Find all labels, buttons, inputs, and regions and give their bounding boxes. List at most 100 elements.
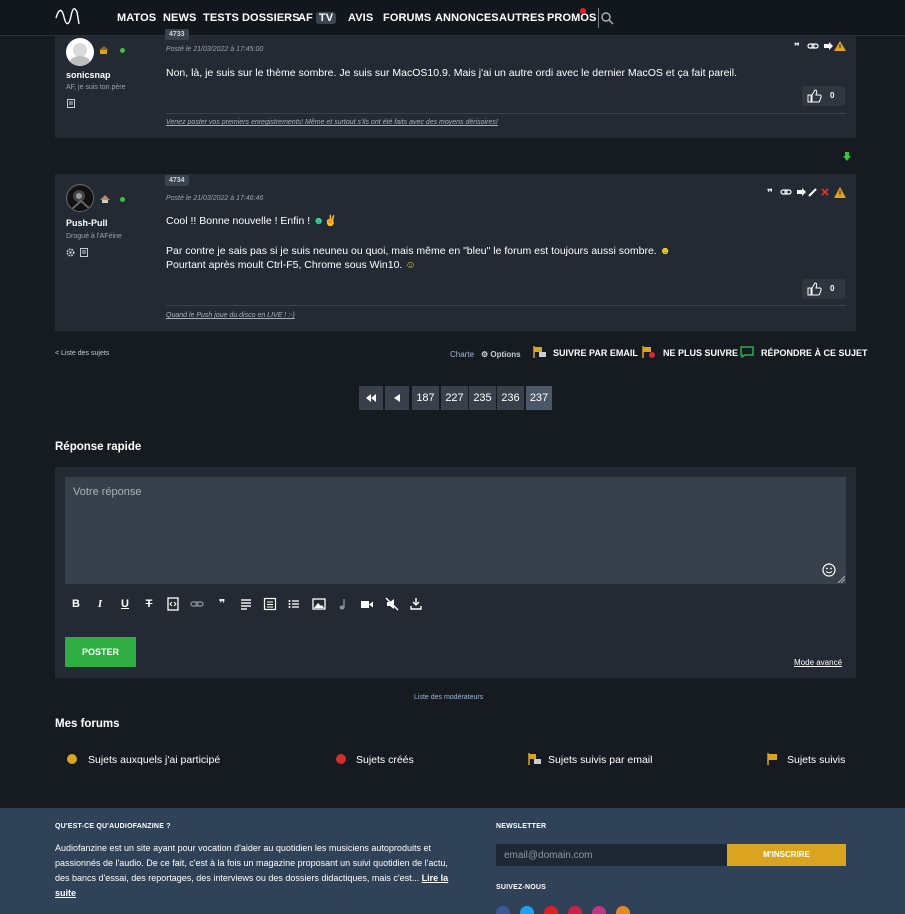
nav-annonces[interactable]: ANNONCES bbox=[435, 12, 499, 24]
newsletter-email-input[interactable] bbox=[496, 844, 727, 866]
page-button[interactable]: 235 bbox=[469, 386, 496, 410]
post-reply-button[interactable]: POSTER bbox=[65, 637, 136, 667]
options-button[interactable]: ⚙ Options bbox=[481, 350, 521, 359]
resize-grip-icon[interactable] bbox=[837, 575, 845, 583]
download-icon[interactable] bbox=[409, 597, 423, 611]
image-icon[interactable] bbox=[312, 597, 326, 611]
pinterest-icon[interactable] bbox=[568, 906, 582, 914]
signature[interactable]: Quand le Push joue du disco en LIVE ! :-… bbox=[166, 312, 295, 319]
post-content: Cool !! Bonne nouvelle ! Enfin ! ☻✌ Par … bbox=[166, 214, 671, 272]
nav-matos[interactable]: MATOS bbox=[117, 12, 156, 24]
rss-icon[interactable] bbox=[616, 906, 630, 914]
username[interactable]: sonicsnap bbox=[66, 70, 111, 80]
post-content: Non, là, je suis sur le thème sombre. Je… bbox=[166, 67, 737, 79]
like-button[interactable]: 0 bbox=[802, 279, 845, 299]
newsletter-title: NEWSLETTER bbox=[496, 823, 547, 830]
youtube-icon[interactable] bbox=[544, 906, 558, 914]
tv-badge: TV bbox=[315, 12, 337, 24]
nav-avis[interactable]: AVIS bbox=[348, 12, 373, 24]
unfollow-button[interactable]: NE PLUS SUIVRE bbox=[663, 348, 738, 358]
reply-to-topic-button[interactable]: RÉPONDRE À CE SUJET bbox=[761, 348, 868, 358]
nav-divider bbox=[598, 8, 599, 28]
my-forum-participated[interactable]: Sujets auxquels j'ai participé bbox=[88, 754, 220, 766]
nav-dossiers[interactable]: DOSSIERS bbox=[242, 12, 300, 24]
rank-icon bbox=[99, 46, 109, 54]
charter-link[interactable]: Charte bbox=[450, 350, 474, 359]
page-button[interactable]: 236 bbox=[497, 386, 524, 410]
nav-aftv[interactable]: AF TV bbox=[298, 12, 337, 24]
my-forum-created[interactable]: Sujets créés bbox=[356, 754, 414, 766]
gear-icon[interactable] bbox=[66, 248, 75, 257]
reply-textarea[interactable] bbox=[65, 477, 846, 584]
svg-text:❞: ❞ bbox=[794, 42, 800, 51]
code-icon[interactable] bbox=[166, 597, 180, 611]
bold-icon[interactable]: B bbox=[69, 597, 83, 611]
follow-by-email-button[interactable]: SUIVRE PAR EMAIL bbox=[553, 348, 638, 358]
nav-promos[interactable]: PROMOS bbox=[547, 12, 597, 24]
first-page-button[interactable] bbox=[359, 386, 383, 410]
moderators-list-link[interactable]: Liste des modérateurs bbox=[414, 694, 483, 701]
quote-icon[interactable]: ❞ bbox=[215, 597, 229, 611]
nav-forums[interactable]: FORUMS bbox=[383, 12, 431, 24]
svg-text:❞: ❞ bbox=[767, 188, 773, 198]
list-icon[interactable] bbox=[287, 597, 301, 611]
about-title: QU'EST-CE QU'AUDIOFANZINE ? bbox=[55, 823, 171, 830]
created-dot-icon bbox=[336, 754, 346, 764]
online-status-dot bbox=[120, 48, 125, 53]
no-audio-icon[interactable] bbox=[385, 597, 399, 611]
document-icon[interactable] bbox=[67, 99, 75, 108]
username[interactable]: Push-Pull bbox=[66, 218, 108, 228]
twitter-icon[interactable] bbox=[520, 906, 534, 914]
page-button[interactable]: 187 bbox=[412, 386, 439, 410]
back-to-topics-link[interactable]: < Liste des sujets bbox=[55, 350, 109, 357]
post-line: Par contre je sais pas si je suis neuneu… bbox=[166, 245, 657, 257]
my-forum-followed[interactable]: Sujets suivis bbox=[787, 754, 845, 766]
avatar[interactable] bbox=[66, 184, 94, 212]
report-icon bbox=[834, 41, 846, 51]
flag-email-icon bbox=[533, 346, 546, 358]
nav-news[interactable]: NEWS bbox=[163, 12, 196, 24]
underline-icon[interactable]: U bbox=[118, 597, 132, 611]
document-icon[interactable] bbox=[80, 248, 88, 257]
post-actions: ❞ bbox=[767, 185, 847, 199]
report-icon bbox=[834, 187, 846, 198]
gear-icon: ⚙ bbox=[481, 350, 489, 359]
arrow-down-icon[interactable] bbox=[843, 152, 851, 161]
search-icon[interactable] bbox=[601, 12, 614, 25]
avatar[interactable] bbox=[66, 38, 94, 66]
link-icon[interactable] bbox=[190, 597, 204, 611]
audio-icon[interactable] bbox=[336, 597, 350, 611]
promo-notification-dot bbox=[580, 8, 586, 14]
my-forums-title: Mes forums bbox=[55, 718, 120, 730]
video-icon[interactable] bbox=[360, 597, 374, 611]
audiofanzine-logo[interactable] bbox=[55, 6, 81, 28]
newsletter-subscribe-button[interactable]: M'INSCRIRE bbox=[727, 844, 846, 866]
my-forum-followed-email[interactable]: Sujets suivis par email bbox=[548, 754, 652, 766]
link-icon bbox=[780, 189, 792, 195]
strikethrough-icon[interactable]: T bbox=[142, 597, 156, 611]
user-title: AF, je suis ton père bbox=[66, 84, 126, 91]
post-number[interactable]: 4734 bbox=[165, 175, 189, 186]
align-icon[interactable] bbox=[239, 597, 253, 611]
rewind-icon bbox=[366, 394, 376, 403]
about-paragraph: Audiofanzine est un site ayant pour voca… bbox=[55, 843, 448, 883]
advanced-mode-link[interactable]: Mode avancé bbox=[794, 658, 842, 667]
page-button[interactable]: 227 bbox=[441, 386, 468, 410]
italic-icon[interactable]: I bbox=[93, 597, 107, 611]
previous-page-button[interactable] bbox=[385, 386, 409, 410]
like-button[interactable]: 0 bbox=[802, 86, 845, 106]
post-date: Posté le 21/03/2022 à 17:46:46 bbox=[166, 195, 264, 202]
signature[interactable]: Venez poster vos premiers enregistrement… bbox=[166, 119, 498, 126]
post-number[interactable]: 4733 bbox=[165, 29, 189, 40]
thumbs-up-icon bbox=[807, 282, 822, 296]
current-page-button[interactable]: 237 bbox=[526, 386, 552, 410]
reply-icon bbox=[740, 346, 754, 358]
like-count: 0 bbox=[830, 284, 835, 293]
instagram-icon[interactable] bbox=[592, 906, 606, 914]
quote-icon: ❞ bbox=[794, 42, 800, 53]
nav-autres[interactable]: AUTRES bbox=[499, 12, 545, 24]
nav-tests[interactable]: TESTS bbox=[203, 12, 239, 24]
emoji-picker-icon[interactable] bbox=[822, 563, 836, 577]
facebook-icon[interactable] bbox=[496, 906, 510, 914]
list-numbered-icon[interactable] bbox=[263, 597, 277, 611]
